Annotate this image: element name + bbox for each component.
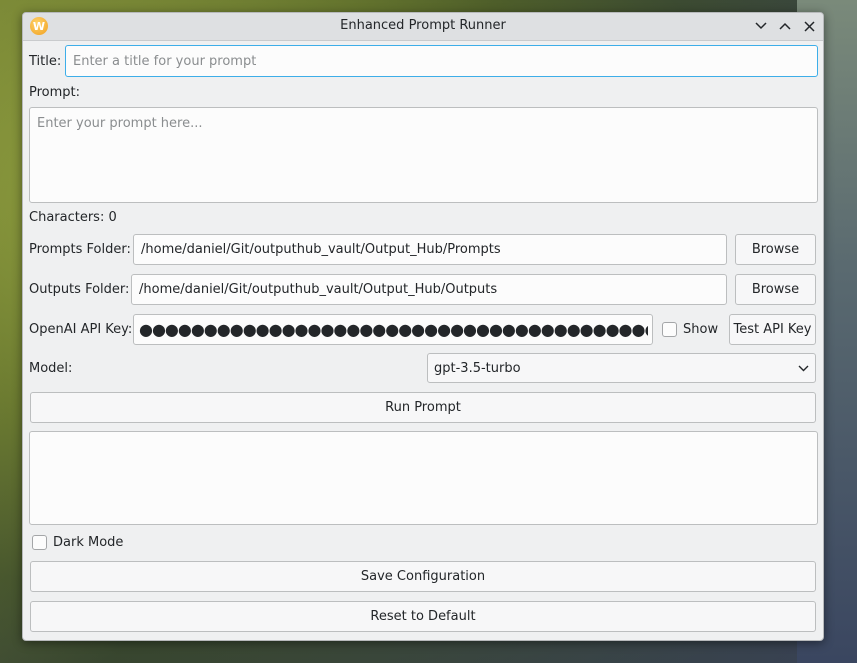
show-api-key-checkbox[interactable] (662, 322, 677, 337)
close-icon (803, 20, 815, 32)
browse-outputs-button[interactable]: Browse (735, 274, 816, 305)
output-textarea[interactable] (29, 431, 818, 525)
prompt-placeholder: Enter your prompt here... (37, 116, 203, 131)
browse-prompts-button[interactable]: Browse (735, 234, 816, 265)
api-key-label: OpenAI API Key: (29, 322, 133, 337)
title-placeholder: Enter a title for your prompt (73, 53, 257, 69)
outputs-folder-input[interactable]: /home/daniel/Git/outputhub_vault/Output_… (131, 274, 727, 305)
chevron-up-icon (779, 22, 791, 30)
minimize-button[interactable] (751, 16, 771, 36)
model-select[interactable]: gpt-3.5-turbo (427, 353, 816, 383)
api-key-input[interactable]: ●●●●●●●●●●●●●●●●●●●●●●●●●●●●●●●●●●●●●●●●… (133, 314, 653, 345)
run-prompt-button[interactable]: Run Prompt (30, 392, 816, 423)
character-count: Characters: 0 (29, 210, 117, 225)
api-key-masked-value: ●●●●●●●●●●●●●●●●●●●●●●●●●●●●●●●●●●●●●●●●… (139, 320, 648, 339)
chevron-down-icon (755, 22, 767, 30)
maximize-button[interactable] (775, 16, 795, 36)
reset-to-default-button[interactable]: Reset to Default (30, 601, 816, 632)
prompts-folder-input[interactable]: /home/daniel/Git/outputhub_vault/Output_… (133, 234, 727, 265)
model-label: Model: (29, 361, 73, 376)
model-selected-value: gpt-3.5-turbo (434, 360, 521, 376)
prompt-label: Prompt: (29, 85, 81, 100)
outputs-folder-label: Outputs Folder: (29, 282, 130, 297)
title-input[interactable]: Enter a title for your prompt (65, 45, 818, 77)
save-configuration-button[interactable]: Save Configuration (30, 561, 816, 592)
show-api-key-label[interactable]: Show (683, 322, 718, 337)
chevron-down-icon (798, 365, 809, 372)
outputs-folder-value: /home/daniel/Git/outputhub_vault/Output_… (139, 282, 498, 297)
dark-mode-label[interactable]: Dark Mode (53, 535, 123, 550)
test-api-key-button[interactable]: Test API Key (729, 314, 816, 345)
prompts-folder-value: /home/daniel/Git/outputhub_vault/Output_… (141, 242, 501, 257)
prompts-folder-label: Prompts Folder: (29, 242, 131, 257)
app-window: W Enhanced Prompt Runner Title: Enter a … (22, 12, 824, 641)
title-bar[interactable]: W Enhanced Prompt Runner (23, 13, 823, 41)
window-title: Enhanced Prompt Runner (340, 18, 506, 33)
title-label: Title: (29, 54, 62, 69)
close-button[interactable] (799, 16, 819, 36)
prompt-textarea[interactable]: Enter your prompt here... (29, 107, 818, 203)
dark-mode-checkbox[interactable] (32, 535, 47, 550)
